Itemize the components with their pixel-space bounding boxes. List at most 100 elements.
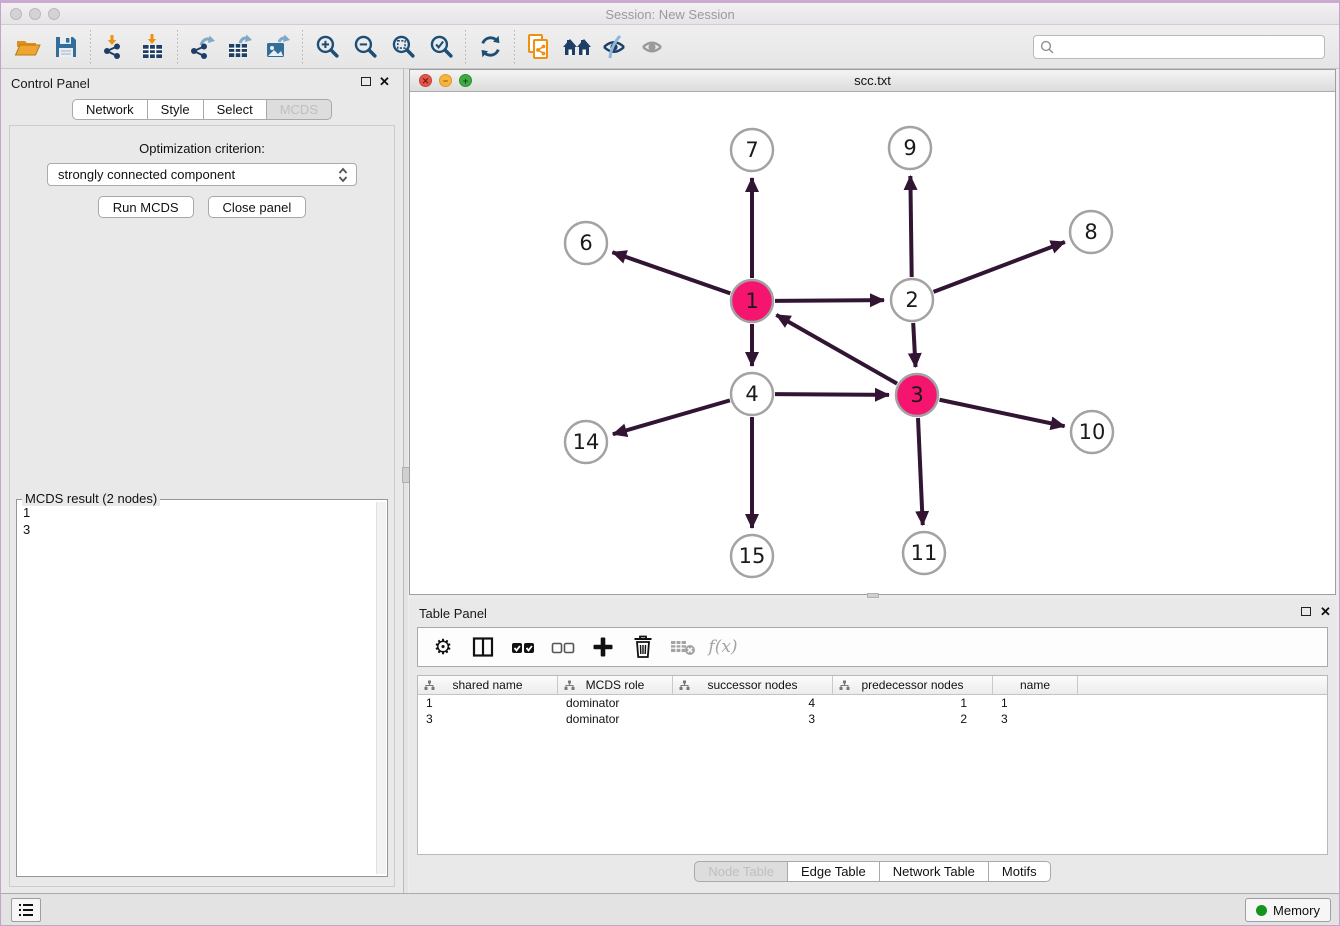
show-panels-icon[interactable]: [634, 29, 672, 65]
result-item[interactable]: 1: [23, 504, 375, 521]
import-table-icon[interactable]: [134, 29, 172, 65]
tab-mcds[interactable]: MCDS: [267, 99, 332, 120]
graph-edge-3-11[interactable]: [918, 418, 923, 525]
show-panels-list-button[interactable]: [11, 898, 41, 922]
function-builder-icon[interactable]: f(x): [708, 632, 738, 662]
table-row[interactable]: 1 dominator 4 1 1: [418, 695, 1327, 711]
unselect-all-icon[interactable]: [548, 632, 578, 662]
cell-successor-nodes[interactable]: 3: [673, 711, 833, 727]
zoom-in-icon[interactable]: [308, 29, 346, 65]
tab-edge-table[interactable]: Edge Table: [788, 861, 880, 882]
graph-node-15[interactable]: 15: [731, 535, 773, 577]
close-panel-icon[interactable]: ✕: [379, 74, 390, 90]
table-settings-icon[interactable]: ⚙: [428, 632, 458, 662]
zoom-out-icon[interactable]: [346, 29, 384, 65]
cell-predecessor-nodes[interactable]: 2: [833, 711, 993, 727]
graph-node-7[interactable]: 7: [731, 129, 773, 171]
tab-motifs[interactable]: Motifs: [989, 861, 1051, 882]
graph-edge-2-9[interactable]: [910, 176, 911, 277]
network-graph[interactable]: 7 9 6 8 1 2 4 3 14 10 15 11: [410, 92, 1335, 594]
zoom-selected-icon[interactable]: [422, 29, 460, 65]
dropdown-stepper-icon: [338, 166, 348, 190]
column-header-mcds-role[interactable]: MCDS role: [558, 676, 673, 694]
tree-icon: [679, 680, 690, 694]
graph-edge-1-2[interactable]: [775, 300, 884, 301]
float-table-panel-icon[interactable]: [1301, 607, 1311, 616]
result-item[interactable]: 3: [23, 521, 375, 538]
tab-style[interactable]: Style: [148, 99, 204, 120]
tab-network[interactable]: Network: [72, 99, 148, 120]
node-table: shared name MCDS role successor nodes: [417, 675, 1328, 855]
graph-edge-2-8[interactable]: [934, 242, 1065, 292]
graph-edge-4-3[interactable]: [775, 394, 889, 395]
search-icon: [1040, 40, 1054, 54]
optimization-criterion-label: Optimization criterion:: [10, 141, 394, 156]
select-all-icon[interactable]: [508, 632, 538, 662]
tab-node-table[interactable]: Node Table: [694, 861, 788, 882]
graph-node-2[interactable]: 2: [891, 279, 933, 321]
graph-node-9[interactable]: 9: [889, 127, 931, 169]
export-image-icon[interactable]: [259, 29, 297, 65]
graph-node-10[interactable]: 10: [1071, 411, 1113, 453]
mcds-result-list[interactable]: 1 3: [23, 504, 375, 874]
cell-name[interactable]: 1: [993, 695, 1078, 711]
network-canvas[interactable]: 7 9 6 8 1 2 4 3 14 10 15 11: [410, 92, 1335, 594]
column-header-name[interactable]: name: [993, 676, 1078, 694]
search-field[interactable]: [1033, 35, 1325, 59]
cell-mcds-role[interactable]: dominator: [558, 695, 673, 711]
export-network-icon[interactable]: [183, 29, 221, 65]
close-panel-button[interactable]: Close panel: [208, 196, 307, 218]
cell-successor-nodes[interactable]: 4: [673, 695, 833, 711]
graph-node-8[interactable]: 8: [1070, 211, 1112, 253]
svg-text:2: 2: [905, 288, 918, 312]
cell-shared-name[interactable]: 1: [418, 695, 558, 711]
column-header-successor-nodes[interactable]: successor nodes: [673, 676, 833, 694]
delete-column-icon[interactable]: [628, 632, 658, 662]
optimization-criterion-dropdown[interactable]: strongly connected component: [47, 163, 357, 186]
graph-node-1[interactable]: 1: [731, 280, 773, 322]
result-scrollbar[interactable]: [376, 502, 386, 874]
network-from-clipboard-icon[interactable]: [520, 29, 558, 65]
graph-edge-3-10[interactable]: [940, 400, 1065, 426]
tree-icon: [839, 680, 850, 694]
close-table-panel-icon[interactable]: ✕: [1320, 604, 1331, 620]
graph-edge-2-3[interactable]: [913, 323, 915, 367]
import-network-icon[interactable]: [96, 29, 134, 65]
network-table-splitter-handle[interactable]: [867, 593, 879, 598]
table-panel: Table Panel ✕ ⚙: [409, 599, 1336, 893]
memory-button[interactable]: Memory: [1245, 898, 1331, 922]
home-icon[interactable]: [558, 29, 596, 65]
column-header-shared-name[interactable]: shared name: [418, 676, 558, 694]
graph-node-14[interactable]: 14: [565, 421, 607, 463]
split-view-icon[interactable]: [468, 632, 498, 662]
delete-table-icon[interactable]: [668, 632, 698, 662]
graph-node-6[interactable]: 6: [565, 222, 607, 264]
cell-name[interactable]: 3: [993, 711, 1078, 727]
save-session-icon[interactable]: [47, 29, 85, 65]
graph-edge-3-1[interactable]: [776, 315, 897, 384]
refresh-icon[interactable]: [471, 29, 509, 65]
column-header-predecessor-nodes[interactable]: predecessor nodes: [833, 676, 993, 694]
graph-node-3[interactable]: 3: [896, 374, 938, 416]
network-window-title: scc.txt: [410, 73, 1335, 88]
export-table-icon[interactable]: [221, 29, 259, 65]
search-input[interactable]: [1058, 40, 1318, 54]
run-mcds-button[interactable]: Run MCDS: [98, 196, 194, 218]
graph-node-4[interactable]: 4: [731, 373, 773, 415]
memory-status-icon: [1256, 905, 1267, 916]
graph-edge-4-14[interactable]: [613, 400, 730, 434]
float-panel-icon[interactable]: [361, 77, 371, 86]
cell-mcds-role[interactable]: dominator: [558, 711, 673, 727]
graph-node-11[interactable]: 11: [903, 532, 945, 574]
control-panel-tabs: Network Style Select MCDS: [1, 99, 403, 120]
graph-edge-1-6[interactable]: [612, 252, 730, 293]
table-row[interactable]: 3 dominator 3 2 3: [418, 711, 1327, 727]
open-file-icon[interactable]: [9, 29, 47, 65]
tab-network-table[interactable]: Network Table: [880, 861, 989, 882]
zoom-fit-icon[interactable]: [384, 29, 422, 65]
tab-select[interactable]: Select: [204, 99, 267, 120]
add-column-icon[interactable]: [588, 632, 618, 662]
hide-panels-icon[interactable]: [596, 29, 634, 65]
cell-shared-name[interactable]: 3: [418, 711, 558, 727]
cell-predecessor-nodes[interactable]: 1: [833, 695, 993, 711]
